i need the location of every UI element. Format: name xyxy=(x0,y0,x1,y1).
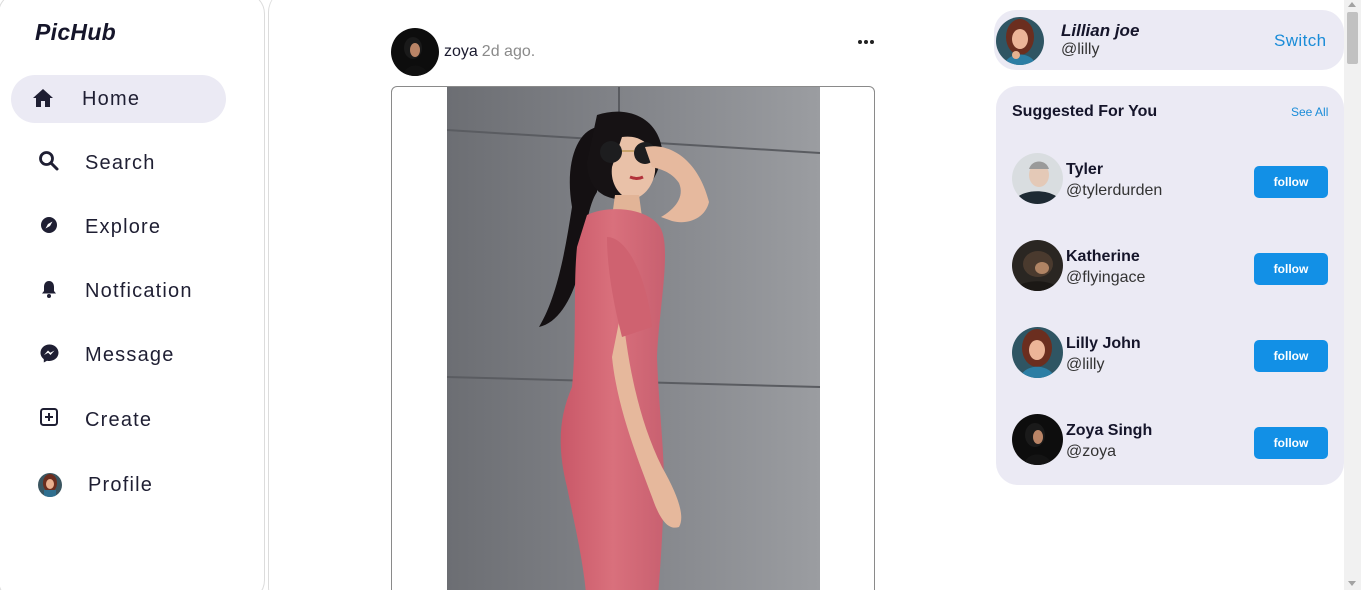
suggestion-name[interactable]: Katherine xyxy=(1066,248,1140,266)
suggestion-handle: @zoya xyxy=(1066,443,1117,460)
current-account-card: Lillian joe @lilly Switch xyxy=(994,10,1344,70)
suggestion-avatar[interactable] xyxy=(1012,240,1063,291)
sidebar-item-notification[interactable]: Notfication xyxy=(11,267,226,315)
compass-icon xyxy=(37,213,61,237)
more-horizontal-icon[interactable] xyxy=(858,38,876,46)
suggestion-handle: @tylerdurden xyxy=(1066,182,1163,199)
messenger-icon xyxy=(37,341,61,365)
suggestions-title: Suggested For You xyxy=(1012,103,1158,120)
post-username[interactable]: zoya xyxy=(444,43,478,61)
post-timestamp: 2d ago. xyxy=(481,43,536,60)
sidebar-item-label: Search xyxy=(85,151,156,174)
suggestion-avatar[interactable] xyxy=(1012,153,1063,204)
suggestions-card: Suggested For You See All Tyler @tylerdu… xyxy=(996,86,1344,485)
search-icon xyxy=(37,149,61,173)
suggestion-avatar[interactable] xyxy=(1012,414,1063,465)
post-photo[interactable] xyxy=(447,87,820,590)
suggestion-handle: @flyingace xyxy=(1066,269,1146,286)
suggestion-name[interactable]: Zoya Singh xyxy=(1066,422,1152,440)
suggestion-row: Katherine @flyingace follow xyxy=(1012,240,1332,292)
suggestion-row: Zoya Singh @zoya follow xyxy=(1012,414,1332,466)
account-handle: @lilly xyxy=(1061,41,1100,58)
sidebar-item-profile[interactable]: Profile xyxy=(11,461,226,509)
sidebar-item-label: Profile xyxy=(88,473,154,496)
account-avatar[interactable] xyxy=(996,17,1044,65)
follow-button[interactable]: follow xyxy=(1254,427,1328,459)
account-name: Lillian joe xyxy=(1061,21,1140,40)
sidebar-item-label: Create xyxy=(85,408,153,431)
suggestion-handle: @lilly xyxy=(1066,356,1105,373)
sidebar-item-label: Explore xyxy=(85,215,162,238)
scroll-down-arrow-icon[interactable] xyxy=(1348,581,1356,586)
post-author-avatar[interactable] xyxy=(391,28,439,76)
follow-button[interactable]: follow xyxy=(1254,253,1328,285)
suggestion-avatar[interactable] xyxy=(1012,327,1063,378)
suggestion-name[interactable]: Tyler xyxy=(1066,161,1103,179)
sidebar: PicHub Home Search Explore Notfication M… xyxy=(0,0,265,590)
follow-button[interactable]: follow xyxy=(1254,166,1328,198)
scrollbar-thumb[interactable] xyxy=(1347,12,1358,64)
suggestion-row: Tyler @tylerdurden follow xyxy=(1012,153,1332,205)
suggestion-row: Lilly John @lilly follow xyxy=(1012,327,1332,379)
sidebar-item-message[interactable]: Message xyxy=(11,331,226,379)
profile-avatar xyxy=(38,473,62,497)
bell-icon xyxy=(37,277,61,301)
sidebar-item-label: Message xyxy=(85,343,175,366)
post-header: zoya 2d ago. xyxy=(391,28,535,76)
follow-button[interactable]: follow xyxy=(1254,340,1328,372)
sidebar-item-explore[interactable]: Explore xyxy=(11,203,226,251)
sidebar-item-home[interactable]: Home xyxy=(11,75,226,123)
post-image-frame xyxy=(391,86,875,590)
suggestion-name[interactable]: Lilly John xyxy=(1066,335,1141,353)
sidebar-item-label: Notfication xyxy=(85,279,193,302)
scroll-up-arrow-icon[interactable] xyxy=(1348,2,1356,7)
see-all-link[interactable]: See All xyxy=(1291,105,1328,119)
page-scrollbar[interactable] xyxy=(1344,0,1361,590)
sidebar-item-label: Home xyxy=(82,87,141,110)
plus-square-icon xyxy=(37,405,61,429)
home-icon xyxy=(31,86,55,110)
sidebar-item-create[interactable]: Create xyxy=(11,396,226,444)
switch-account-button[interactable]: Switch xyxy=(1274,31,1326,51)
app-logo[interactable]: PicHub xyxy=(35,19,116,46)
sidebar-item-search[interactable]: Search xyxy=(11,139,226,187)
